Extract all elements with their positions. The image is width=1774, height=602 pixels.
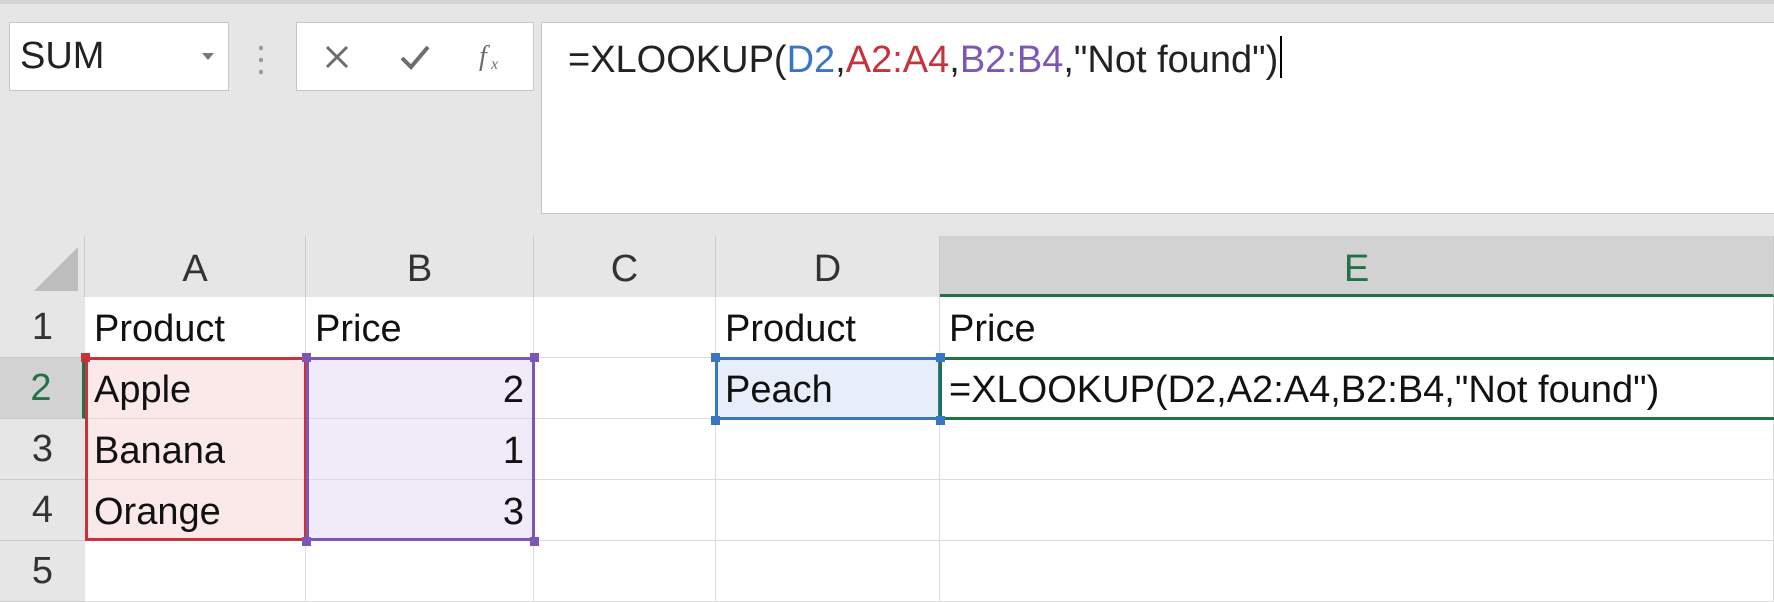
cell-a1[interactable]: Product bbox=[85, 297, 306, 358]
cell-e3[interactable] bbox=[940, 419, 1774, 480]
cell-c3[interactable] bbox=[534, 419, 716, 480]
cell-c1[interactable] bbox=[534, 297, 716, 358]
resize-handle-icon[interactable] bbox=[936, 353, 945, 362]
column-header-e[interactable]: E bbox=[940, 236, 1774, 297]
resize-handle-icon[interactable] bbox=[711, 416, 720, 425]
cell-e5[interactable] bbox=[940, 541, 1774, 602]
row-header-4[interactable]: 4 bbox=[0, 480, 85, 541]
cell-a2[interactable]: Apple bbox=[85, 358, 306, 419]
text-caret bbox=[1280, 36, 1283, 78]
cell-d2[interactable]: Peach bbox=[716, 358, 940, 419]
select-all-icon bbox=[34, 247, 78, 291]
formula-input[interactable]: =XLOOKUP(D2,A2:A4,B2:B4,"Not found") bbox=[541, 22, 1774, 214]
cell-c5[interactable] bbox=[534, 541, 716, 602]
cell-a5[interactable] bbox=[85, 541, 306, 602]
row-header-1[interactable]: 1 bbox=[0, 297, 85, 358]
formula-ref-d2: D2 bbox=[786, 39, 836, 81]
cell-d4[interactable] bbox=[716, 480, 940, 541]
formula-buttons: f x bbox=[296, 22, 534, 91]
column-header-a[interactable]: A bbox=[85, 236, 306, 297]
row-header-5[interactable]: 5 bbox=[0, 541, 85, 602]
cancel-icon[interactable] bbox=[315, 35, 359, 79]
select-all-corner[interactable] bbox=[0, 236, 85, 297]
formula-part: , bbox=[949, 39, 960, 81]
formula-part: =XLOOKUP( bbox=[568, 39, 787, 81]
formula-text[interactable]: =XLOOKUP(D2,A2:A4,B2:B4,"Not found") bbox=[568, 36, 1283, 82]
resize-handle-icon[interactable] bbox=[302, 537, 311, 546]
cell-c2[interactable] bbox=[534, 358, 716, 419]
resize-handle-icon[interactable] bbox=[936, 416, 945, 425]
cell-d1[interactable]: Product bbox=[716, 297, 940, 358]
cell-b3[interactable]: 1 bbox=[306, 419, 534, 480]
cell-b2[interactable]: 2 bbox=[306, 358, 534, 419]
name-box-value: SUM bbox=[20, 35, 105, 77]
cell-e1[interactable]: Price bbox=[940, 297, 1774, 358]
cell-b4[interactable]: 3 bbox=[306, 480, 534, 541]
chevron-down-icon[interactable] bbox=[202, 53, 214, 60]
svg-text:f: f bbox=[479, 41, 490, 72]
cell-a3[interactable]: Banana bbox=[85, 419, 306, 480]
resize-handle-icon[interactable] bbox=[530, 537, 539, 546]
column-header-c[interactable]: C bbox=[534, 236, 716, 297]
formula-ref-a2-a4: A2:A4 bbox=[845, 39, 950, 81]
svg-text:x: x bbox=[490, 56, 498, 73]
cell-c4[interactable] bbox=[534, 480, 716, 541]
cell-b5[interactable] bbox=[306, 541, 534, 602]
cell-d3[interactable] bbox=[716, 419, 940, 480]
formula-ref-b2-b4: B2:B4 bbox=[959, 39, 1064, 81]
row-header-3[interactable]: 3 bbox=[0, 419, 85, 480]
resize-handle-icon[interactable] bbox=[530, 353, 539, 362]
cell-e4[interactable] bbox=[940, 480, 1774, 541]
cell-b1[interactable]: Price bbox=[306, 297, 534, 358]
column-header-b[interactable]: B bbox=[306, 236, 534, 297]
resize-grip-icon[interactable] bbox=[259, 42, 263, 76]
ribbon-edge bbox=[0, 0, 1774, 4]
formula-part: , bbox=[835, 39, 846, 81]
cell-e2-active[interactable]: =XLOOKUP(D2,A2:A4,B2:B4,"Not found") bbox=[940, 358, 1774, 419]
enter-check-icon[interactable] bbox=[393, 35, 437, 79]
cell-a4[interactable]: Orange bbox=[85, 480, 306, 541]
resize-handle-icon[interactable] bbox=[711, 353, 720, 362]
formula-area: SUM f x =XLOOKUP(D2,A2:A4,B2:B4,"Not fou… bbox=[0, 0, 1774, 236]
formula-part: ,"Not found") bbox=[1063, 39, 1279, 81]
row-header-2[interactable]: 2 bbox=[0, 358, 85, 419]
column-header-d[interactable]: D bbox=[716, 236, 940, 297]
insert-function-icon[interactable]: f x bbox=[471, 35, 515, 79]
resize-handle-icon[interactable] bbox=[81, 353, 90, 362]
cell-d5[interactable] bbox=[716, 541, 940, 602]
resize-handle-icon[interactable] bbox=[302, 353, 311, 362]
name-box[interactable]: SUM bbox=[9, 22, 229, 91]
